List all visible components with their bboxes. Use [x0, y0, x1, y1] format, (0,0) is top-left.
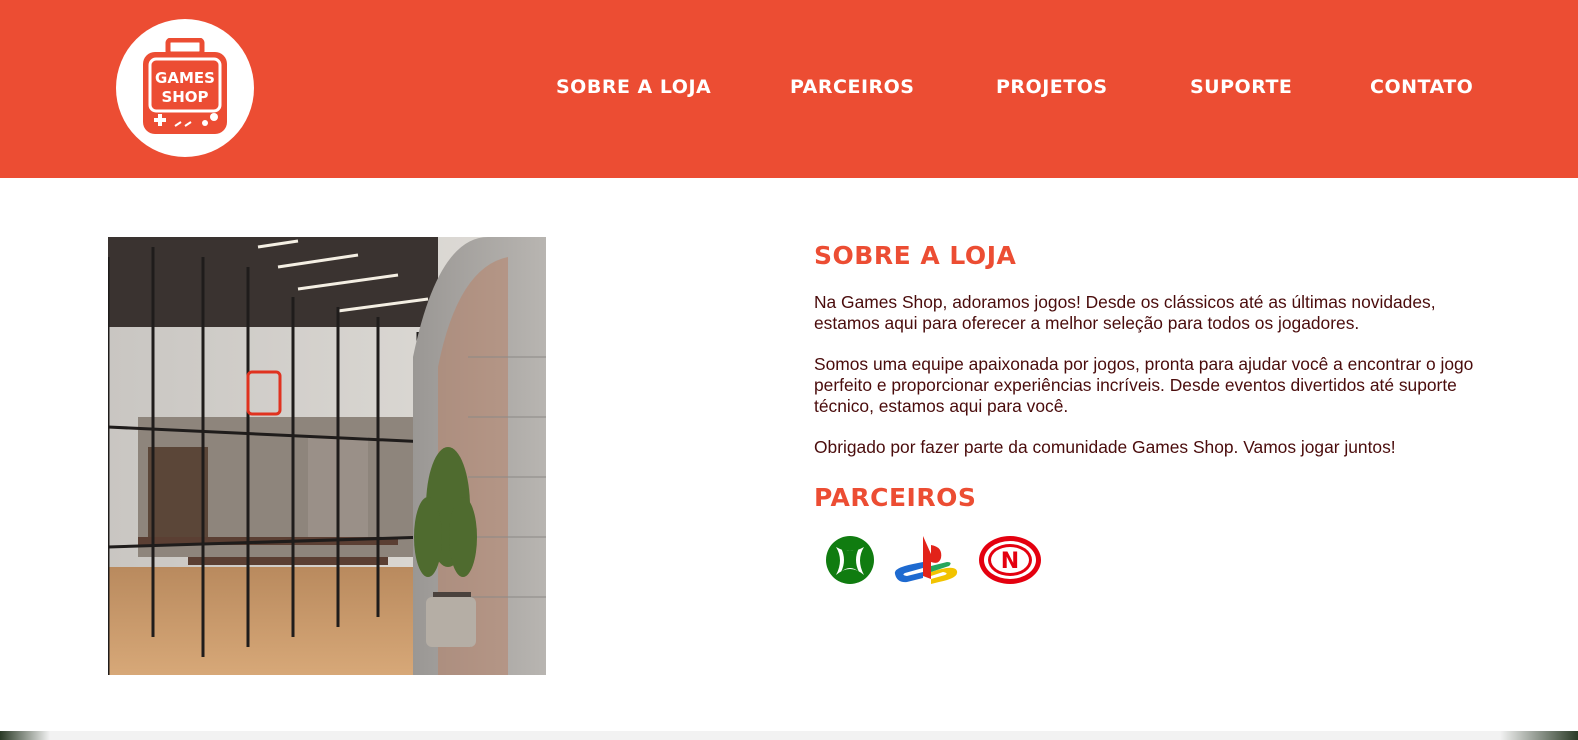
nintendo-partner-link[interactable]: N	[977, 534, 1043, 591]
svg-text:N: N	[1001, 549, 1019, 574]
nav-sobre-a-loja[interactable]: SOBRE A LOJA	[556, 76, 711, 98]
gameboy-logo-icon: GAMES SHOP	[143, 38, 227, 134]
about-paragraph-1: Na Games Shop, adoramos jogos! Desde os …	[814, 292, 1436, 333]
playstation-partner-link[interactable]	[893, 534, 959, 591]
nav-parceiros[interactable]: PARCEIROS	[790, 76, 914, 98]
partners-title: PARCEIROS	[814, 483, 977, 512]
nintendo-logo-icon: N	[979, 536, 1041, 584]
about-paragraph-2: Somos uma equipe apaixonada por jogos, p…	[814, 354, 1474, 416]
nav-projetos[interactable]: PROJETOS	[996, 76, 1108, 98]
store-interior-image	[108, 237, 546, 675]
playstation-logo-icon	[894, 536, 958, 584]
store-interior-photo-icon	[108, 237, 546, 675]
xbox-partner-link[interactable]	[825, 535, 875, 590]
xbox-logo-icon	[826, 536, 874, 584]
about-paragraph-3: Obrigado por fazer parte da comunidade G…	[814, 437, 1396, 457]
games-shop-logo[interactable]: GAMES SHOP	[116, 19, 254, 157]
nav-suporte[interactable]: SUPORTE	[1190, 76, 1292, 98]
logo-text-games: GAMES	[155, 69, 215, 87]
partners-logos: N	[825, 534, 1474, 591]
about-section: SOBRE A LOJA Na Games Shop, adoramos jog…	[814, 238, 1474, 591]
about-title: SOBRE A LOJA	[814, 241, 1017, 270]
footer-edge	[0, 731, 1578, 740]
logo-text-shop: SHOP	[161, 88, 208, 106]
site-header: GAMES SHOP SOBRE A LOJA PARCEIROS PROJET…	[0, 0, 1578, 178]
nav-contato[interactable]: CONTATO	[1370, 76, 1473, 98]
